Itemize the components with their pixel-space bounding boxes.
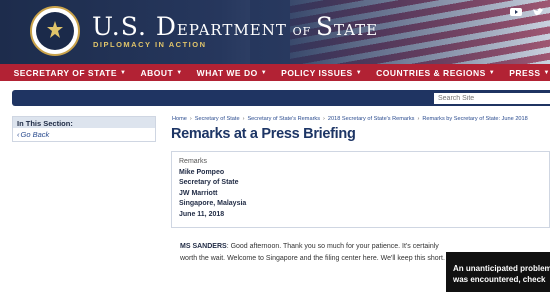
breadcrumb: Home › Secretary of State › Secretary of… (172, 116, 528, 122)
social-links (510, 4, 544, 16)
chevron-left-icon: ‹ (17, 130, 20, 139)
breadcrumb-item-home[interactable]: Home (172, 116, 187, 122)
site-title[interactable]: U.S. DEPARTMENT OF STATE (92, 12, 378, 41)
youtube-icon[interactable] (510, 4, 522, 16)
nav-item-about[interactable]: ABOUT ▼ (140, 68, 182, 78)
nav-item-policy-issues[interactable]: POLICY ISSUES ▼ (281, 68, 362, 78)
site-banner: U.S. DEPARTMENT OF STATE DIPLOMACY IN AC… (0, 0, 550, 64)
breadcrumb-item-2018-remarks[interactable]: 2018 Secretary of State's Remarks (328, 116, 415, 122)
nav-item-secretary-of-state[interactable]: SECRETARY OF STATE ▼ (14, 68, 127, 78)
breadcrumb-item-remarks[interactable]: Secretary of State's Remarks (247, 116, 320, 122)
go-back-link[interactable]: ‹ Go Back (13, 128, 155, 141)
site-tagline: DIPLOMACY IN ACTION (93, 40, 207, 49)
breadcrumb-item-secretary[interactable]: Secretary of State (195, 116, 240, 122)
twitter-icon[interactable] (532, 4, 544, 16)
chevron-down-icon: ▼ (543, 69, 550, 76)
date: June 11, 2018 (179, 210, 225, 218)
speaker-name: Mike Pompeo (179, 168, 225, 176)
breadcrumb-item-june-2018[interactable]: Remarks by Secretary of State: June 2018 (422, 116, 527, 122)
search-bar (12, 90, 550, 106)
venue: JW Marriott (179, 189, 218, 197)
error-toast-line-2: was encountered, check (453, 275, 546, 284)
department-seal-logo[interactable] (30, 6, 80, 56)
section-sidebar: In This Section: ‹ Go Back (12, 116, 156, 142)
nav-item-press[interactable]: PRESS ▼ (509, 68, 550, 78)
transcript-paragraph: MS SANDERS: Good afternoon. Thank you so… (180, 241, 450, 264)
chevron-down-icon: ▼ (260, 69, 268, 76)
eagle-icon (47, 21, 63, 38)
page-title: Remarks at a Press Briefing (171, 126, 356, 142)
speaker-role: Secretary of State (179, 179, 239, 186)
sidebar-heading: In This Section: (13, 117, 155, 128)
chevron-down-icon: ▼ (488, 69, 496, 76)
error-toast[interactable]: An unanticipated problem was encountered… (446, 252, 550, 292)
chevron-down-icon: ▼ (176, 69, 183, 76)
location: Singapore, Malaysia (179, 200, 247, 207)
transcript-speaker: MS SANDERS (180, 243, 227, 250)
nav-item-what-we-do[interactable]: WHAT WE DO ▼ (197, 68, 267, 78)
main-nav: SECRETARY OF STATE ▼ ABOUT ▼ WHAT WE DO ▼ P… (0, 64, 550, 81)
chevron-down-icon: ▼ (355, 69, 363, 76)
search-input[interactable] (434, 93, 550, 104)
chevron-down-icon: ▼ (120, 69, 127, 76)
remarks-type: Remarks (179, 158, 208, 165)
error-toast-line-1: An unanticipated problem (453, 264, 550, 273)
remarks-info-box: Remarks Mike Pompeo Secretary of State J… (171, 151, 550, 228)
nav-item-countries-regions[interactable]: COUNTRIES & REGIONS ▼ (376, 68, 495, 78)
